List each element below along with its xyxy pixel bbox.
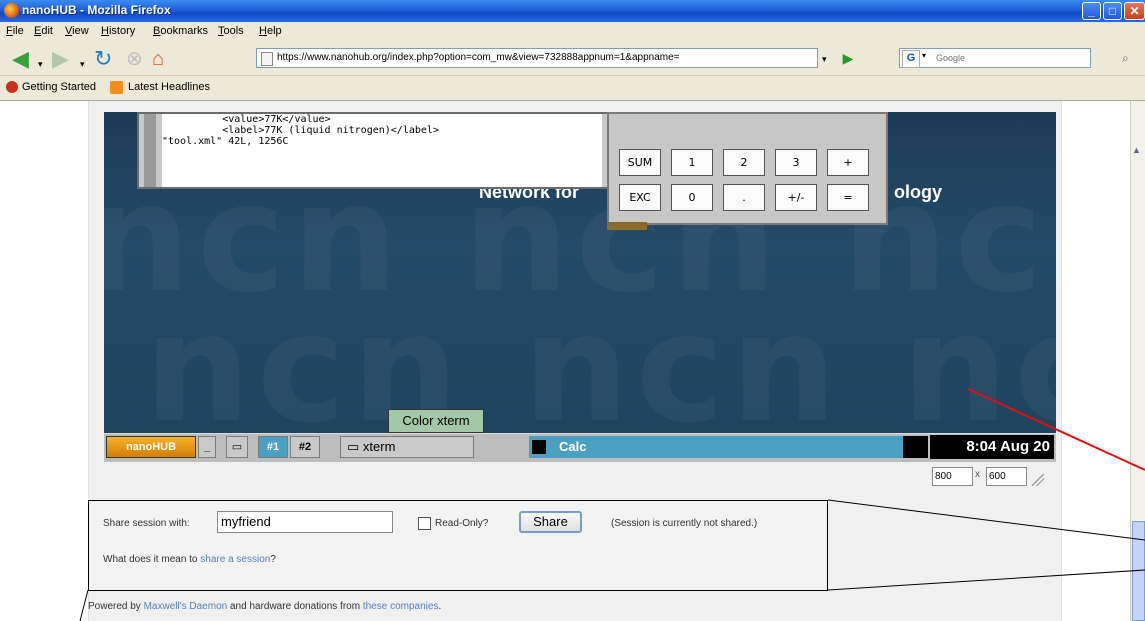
terminal-icon: ▭	[347, 439, 360, 454]
footer-text: Powered by	[88, 601, 144, 612]
powered-by-footer: Powered by Maxwell's Daemon and hardware…	[88, 601, 441, 612]
taskbar-calc[interactable]: Calc	[529, 436, 903, 458]
firefox-bookmark-icon	[6, 81, 18, 93]
taskbar-calc-label: Calc	[559, 439, 587, 454]
scrollbar-thumb[interactable]	[1132, 521, 1145, 621]
menu-history[interactable]: History	[101, 25, 135, 37]
xterm-terminal[interactable]: <value>77K</value> <label>77K (liquid ni…	[162, 114, 602, 187]
maximize-button[interactable]: □	[1103, 2, 1122, 20]
nanohub-logo[interactable]: nanoHUB	[106, 436, 196, 458]
share-button[interactable]: Share	[519, 511, 582, 533]
read-only-checkbox[interactable]	[418, 517, 431, 530]
taskbar-tooltip: Color xterm	[388, 409, 484, 433]
menu-bar: File Edit View History Bookmarks Tools H…	[0, 22, 1145, 42]
xterm-window[interactable]: <value>77K</value> <label>77K (liquid ni…	[137, 112, 610, 189]
calc-key-equals[interactable]: =	[827, 184, 869, 211]
rss-icon	[110, 81, 123, 94]
share-label: Share session with:	[103, 518, 190, 529]
url-bar[interactable]: https://www.nanohub.org/index.php?option…	[256, 48, 818, 68]
page-icon	[261, 52, 273, 66]
maxwells-daemon-link[interactable]: Maxwell's Daemon	[144, 601, 228, 612]
forward-arrow-icon[interactable]: ▶	[52, 48, 69, 70]
footer-text-end: .	[438, 601, 442, 612]
xterm-scrollbar[interactable]	[144, 114, 156, 187]
reload-icon[interactable]: ↻	[94, 48, 112, 70]
read-only-label: Read-Only?	[435, 518, 489, 529]
desktop-1-button[interactable]: #1	[258, 436, 288, 458]
scroll-up-icon[interactable]: ▲	[1132, 145, 1141, 155]
calc-key-dot[interactable]: .	[723, 184, 765, 211]
back-dropdown-icon[interactable]: ▾	[38, 54, 43, 74]
title-bar: nanoHUB - Mozilla Firefox _ □ ✕	[0, 0, 1145, 22]
calc-window-edge	[607, 222, 647, 230]
share-with-input[interactable]: myfriend	[217, 511, 393, 533]
navigation-toolbar: ◀ ▾ ▶ ▾ ↻ ⊗ ⌂ https://www.nanohub.org/in…	[0, 42, 1145, 76]
tray-icon	[903, 436, 928, 458]
menu-tools[interactable]: Tools	[218, 25, 244, 37]
calc-key-sum[interactable]: SUM	[619, 149, 661, 176]
go-arrow-icon[interactable]: ▶	[838, 48, 858, 68]
calc-key-0[interactable]: 0	[671, 184, 713, 211]
banner-title-right: ology	[894, 182, 942, 202]
firefox-icon	[4, 3, 19, 18]
calc-key-3[interactable]: 3	[775, 149, 817, 176]
taskbar-xterm[interactable]: ▭ xterm	[340, 436, 474, 458]
vnc-taskbar: nanoHUB _ ▭ #1 #2 ▭ xterm Calc 8:04 Aug …	[104, 433, 1056, 462]
search-icon[interactable]: ⌕	[1122, 51, 1129, 66]
calc-key-1[interactable]: 1	[671, 149, 713, 176]
search-input[interactable]	[936, 50, 1086, 66]
stop-icon[interactable]: ⊗	[126, 49, 143, 69]
search-engine-dropdown-icon[interactable]: ▾	[922, 51, 926, 60]
home-icon[interactable]: ⌂	[152, 49, 164, 69]
share-help-text: What does it mean to	[103, 554, 201, 565]
desktop-2-button[interactable]: #2	[290, 436, 320, 458]
calc-key-exc[interactable]: EXC	[619, 184, 661, 211]
vnc-width-field[interactable]: 800	[932, 467, 973, 486]
menu-edit[interactable]: Edit	[34, 25, 53, 37]
taskbar-minimize-button[interactable]: _	[198, 436, 216, 458]
url-text: https://www.nanohub.org/index.php?option…	[277, 52, 680, 63]
terminal-line: "tool.xml" 42L, 1256C	[162, 136, 289, 147]
bookmark-getting-started[interactable]: Getting Started	[22, 81, 96, 93]
calc-window[interactable]: SUM 1 2 3 + EXC 0 . +/- =	[607, 112, 888, 225]
minimize-button[interactable]: _	[1082, 2, 1101, 20]
vnc-height-field[interactable]: 600	[986, 467, 1027, 486]
share-help: What does it mean to share a session?	[103, 554, 276, 565]
forward-dropdown-icon[interactable]: ▾	[80, 54, 85, 74]
calc-key-2[interactable]: 2	[723, 149, 765, 176]
calc-key-plus[interactable]: +	[827, 149, 869, 176]
bookmark-latest-headlines[interactable]: Latest Headlines	[128, 81, 210, 93]
terminal-line: <label>77K (liquid nitrogen)</label>	[162, 125, 439, 136]
share-help-suffix: ?	[270, 554, 276, 565]
terminal-line: <value>77K</value>	[162, 114, 331, 125]
menu-file[interactable]: File	[6, 25, 24, 37]
size-separator: x	[975, 469, 980, 480]
resize-grip-icon[interactable]	[1032, 474, 1044, 486]
share-status: (Session is currently not shared.)	[611, 518, 758, 529]
show-desktop-icon[interactable]: ▭	[226, 436, 248, 458]
ncn-watermark-2: ncn ncn ncn	[144, 282, 1056, 433]
share-session-link[interactable]: share a session	[200, 554, 270, 565]
clock: 8:04 Aug 20	[930, 435, 1054, 459]
bookmarks-toolbar: Getting Started Latest Headlines	[0, 76, 1145, 101]
these-companies-link[interactable]: these companies	[363, 601, 439, 612]
vertical-scrollbar[interactable]: ▲	[1130, 101, 1145, 621]
footer-text-middle: and hardware donations from	[227, 601, 363, 612]
menu-help[interactable]: Help	[259, 25, 282, 37]
close-button[interactable]: ✕	[1124, 2, 1145, 20]
calc-key-sign[interactable]: +/-	[775, 184, 817, 211]
share-session-panel: Share session with: myfriend Read-Only? …	[88, 500, 828, 591]
url-dropdown-icon[interactable]: ▾	[822, 54, 827, 65]
back-arrow-icon[interactable]: ◀	[12, 48, 29, 70]
menu-bookmarks[interactable]: Bookmarks	[153, 25, 208, 37]
taskbar-xterm-label: xterm	[362, 439, 396, 454]
calc-task-icon	[532, 440, 546, 454]
window-title: nanoHUB - Mozilla Firefox	[22, 3, 171, 17]
menu-view[interactable]: View	[65, 25, 89, 37]
google-icon[interactable]: G	[902, 50, 920, 68]
search-box[interactable]: G ▾	[899, 48, 1091, 68]
